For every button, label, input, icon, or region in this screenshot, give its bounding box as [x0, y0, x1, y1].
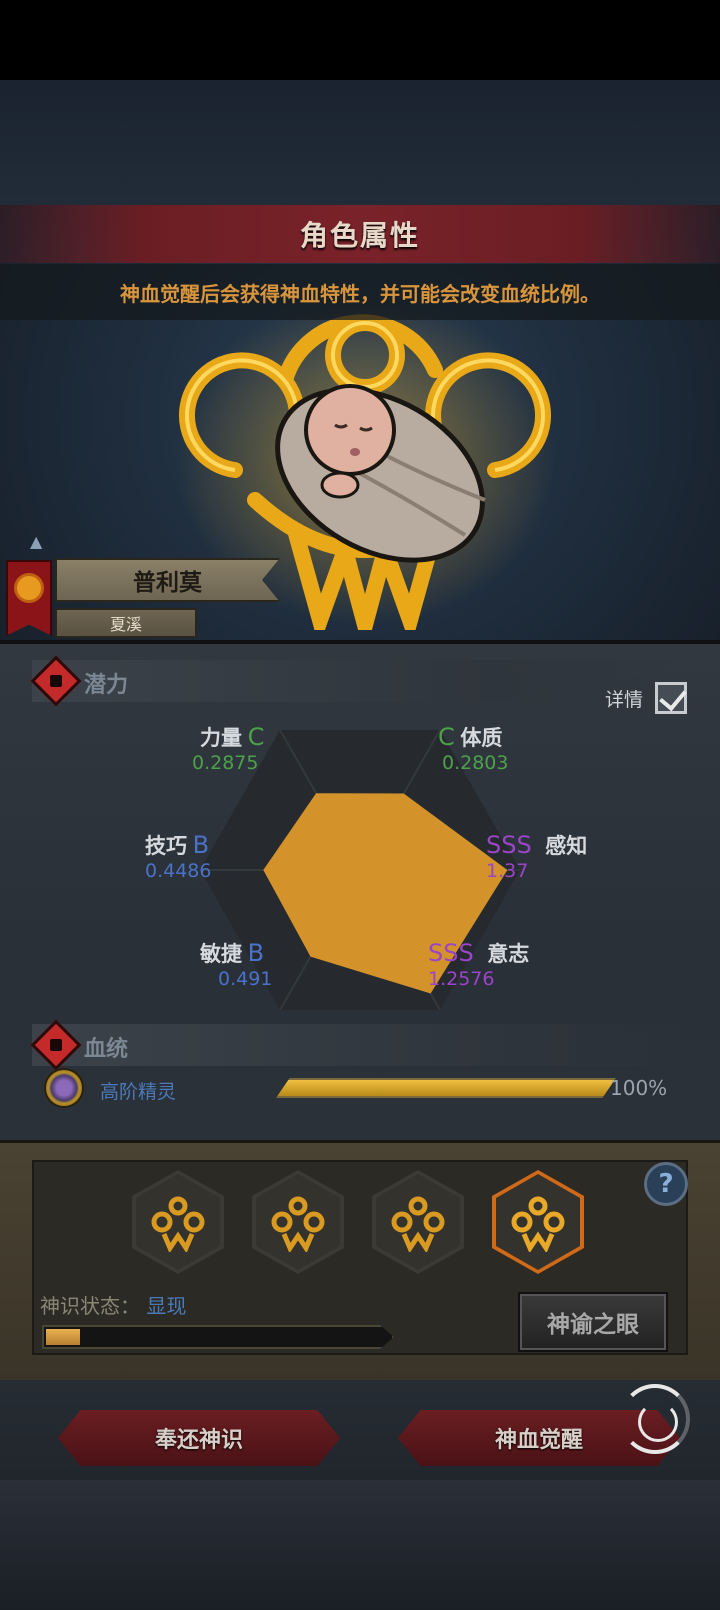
divinity-progress-bar [42, 1325, 394, 1349]
stat-name: 力量 [200, 726, 242, 750]
potential-section-header: 潜力 [30, 655, 682, 707]
stat-agility: 敏捷 B 0.491 [200, 938, 272, 990]
high-elf-icon [44, 1068, 84, 1108]
stat-name: 体质 [460, 726, 503, 750]
return-divinity-label: 奉还神识 [154, 1428, 243, 1453]
stat-value: 1.37 [486, 860, 529, 882]
character-name: 普利莫 [133, 570, 202, 596]
bloodline-percent: 100% [610, 1076, 668, 1100]
divine-emblem-icon [271, 1196, 325, 1252]
stat-value: 1.2576 [428, 968, 495, 990]
bloodline-label: 血统 [84, 1037, 129, 1062]
detail-toggle[interactable]: 详情 [605, 682, 687, 714]
divinity-state-value: 显现 [146, 1294, 187, 1318]
oracle-eye-label: 神谕之眼 [547, 1312, 639, 1338]
potential-label: 潜力 [84, 673, 129, 698]
detail-label: 详情 [604, 688, 643, 711]
stat-name: 敏捷 [200, 942, 242, 966]
stat-value: 0.491 [218, 968, 273, 990]
stat-grade: C [438, 723, 455, 751]
stat-grade: SSS [486, 831, 532, 859]
stat-name: 感知 [545, 834, 588, 858]
stat-grade: C [247, 723, 265, 751]
help-icon: ? [658, 1169, 674, 1199]
house-marker-icon: ▲ [30, 532, 43, 551]
stat-grade: B [192, 831, 210, 859]
house-banner-icon[interactable] [6, 560, 52, 636]
divine-emblem-icon [391, 1196, 445, 1252]
page-title-banner: 角色属性 [0, 205, 720, 263]
stat-value: 0.2803 [442, 752, 509, 774]
detail-checkbox[interactable] [655, 682, 687, 714]
stat-name: 意志 [487, 942, 530, 966]
bloodline-section-header: 血统 [30, 1019, 682, 1071]
stat-value: 0.4486 [145, 860, 212, 882]
status-bar-area [0, 0, 720, 80]
stat-value: 0.2875 [192, 752, 259, 774]
house-name-plate: 夏溪 [55, 608, 197, 638]
potential-icon [30, 655, 82, 707]
subtitle-band: 神血觉醒后会获得神血特性，并可能会改变血统比例。 [0, 264, 720, 320]
stat-constitution: C 体质 0.2803 [438, 722, 508, 774]
house-name: 夏溪 [109, 615, 142, 634]
page-subtitle: 神血觉醒后会获得神血特性，并可能会改变血统比例。 [120, 281, 600, 306]
return-divinity-button[interactable]: 奉还神识 [58, 1410, 340, 1466]
stat-strength: 力量 C 0.2875 [192, 722, 265, 774]
stat-name: 技巧 [145, 834, 187, 858]
awaken-bloodline-label: 神血觉醒 [494, 1428, 583, 1453]
stat-will: SSS 意志 1.2576 [428, 938, 529, 990]
bloodline-name: 高阶精灵 [100, 1081, 177, 1103]
stat-perception: SSS 感知 1.37 [486, 830, 587, 882]
loading-spinner-icon [620, 1384, 690, 1454]
bloodline-bar-fill [278, 1080, 614, 1096]
stat-skill: 技巧 B 0.4486 [145, 830, 211, 882]
divinity-state: 神识状态： 显现 [40, 1290, 186, 1319]
sun-crest-icon [17, 576, 41, 600]
bloodline-bar [276, 1078, 616, 1098]
oracle-eye-button[interactable]: 神谕之眼 [518, 1292, 668, 1352]
hero-top-band [0, 80, 720, 205]
navigation-bar-area [0, 1480, 720, 1610]
bloodline-row: 高阶精灵 100% [40, 1068, 690, 1114]
blood-drop-icon [30, 1019, 82, 1071]
help-button[interactable]: ? [644, 1162, 688, 1206]
divinity-state-label: 神识状态： [40, 1294, 140, 1318]
page-title: 角色属性 [299, 219, 420, 252]
character-name-plate: 普利莫 [55, 558, 280, 602]
divine-emblem-icon [511, 1196, 565, 1252]
stat-grade: B [247, 939, 265, 967]
divine-emblem-icon [151, 1196, 205, 1252]
character-nameplate: ▲ 普利莫 夏溪 [0, 530, 290, 640]
divinity-progress-fill [46, 1329, 81, 1345]
stat-grade: SSS [428, 939, 474, 967]
